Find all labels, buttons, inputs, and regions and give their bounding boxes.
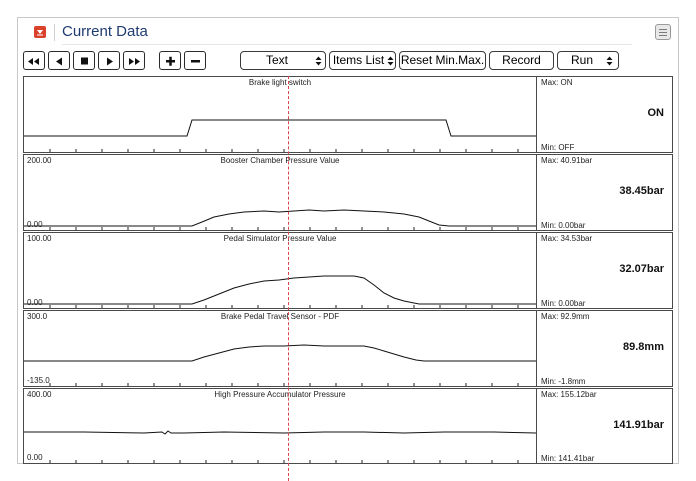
min-value: Min: 141.41bar [541, 454, 595, 463]
menu-icon[interactable] [655, 24, 671, 40]
zoom-in-button[interactable] [159, 51, 181, 70]
window-title: Current Data [62, 23, 148, 40]
graph-panel-brake-light-switch: Brake light switch Max: ON ON Min: OFF [23, 76, 673, 153]
max-value: Max: 34.53bar [541, 234, 593, 243]
step-forward-button[interactable] [98, 51, 120, 70]
panel-divider [536, 311, 537, 386]
record-button[interactable]: Record [489, 51, 554, 70]
updown-arrow-icon [387, 56, 394, 66]
fast-forward-button[interactable] [123, 51, 145, 70]
updown-arrow-icon [315, 56, 322, 66]
stop-icon [81, 57, 88, 65]
x-axis-ticks [49, 460, 519, 463]
rewind-button[interactable] [23, 51, 45, 70]
title-bar: Current Data [18, 18, 678, 46]
panel-title: Pedal Simulator Pressure Value [223, 234, 337, 243]
y-axis-min: 0.00 [27, 220, 43, 229]
x-axis-ticks [49, 149, 519, 152]
trace-pedal-simulator-pressure [24, 275, 536, 308]
updown-arrow-icon [606, 56, 613, 66]
trace-brake-pedal-travel [24, 344, 536, 386]
trace-brake-light-switch [24, 119, 536, 152]
time-cursor-line[interactable] [288, 76, 289, 481]
max-value: Max: 40.91bar [541, 156, 593, 165]
plot-area: 200.00 Booster Chamber Pressure Value 0.… [24, 155, 536, 230]
items-list-label: Items List [332, 53, 385, 67]
collapse-icon[interactable] [34, 26, 46, 38]
min-value: Min: 0.00bar [541, 299, 586, 308]
plot-area: 400.00 High Pressure Accumulator Pressur… [24, 389, 536, 463]
max-value: Max: 92.9mm [541, 312, 590, 321]
graph-panel-accumulator-pressure: 400.00 High Pressure Accumulator Pressur… [23, 388, 673, 464]
y-axis-min: -135.0 [27, 376, 50, 385]
min-value: Min: -1.8mm [541, 377, 586, 386]
zoom-out-button[interactable] [184, 51, 206, 70]
current-value: ON [647, 107, 665, 119]
max-value: Max: ON [541, 78, 573, 87]
current-value: 38.45bar [619, 185, 664, 197]
panel-title: High Pressure Accumulator Pressure [214, 390, 346, 399]
max-value: Max: 155.12bar [541, 390, 597, 399]
panel-divider [536, 233, 537, 308]
stop-button[interactable] [73, 51, 95, 70]
current-value: 89.8mm [623, 341, 664, 353]
plot-area: 300.0 Brake Pedal Travel Sensor - PDF -1… [24, 311, 536, 386]
graph-panel-pedal-simulator-pressure: 100.00 Pedal Simulator Pressure Value 0.… [23, 232, 673, 309]
current-value: 32.07bar [619, 263, 664, 275]
panel-divider [536, 155, 537, 230]
step-back-button[interactable] [48, 51, 70, 70]
items-list-select[interactable]: Items List [329, 51, 396, 70]
current-data-window: Current Data Text Items List Reset Min.M… [17, 17, 679, 481]
trace-accumulator-pressure [24, 430, 536, 463]
minus-icon [191, 60, 200, 63]
plot-area: 100.00 Pedal Simulator Pressure Value 0.… [24, 233, 536, 308]
plot-area: Brake light switch [24, 77, 536, 152]
x-axis-ticks [49, 227, 519, 230]
run-label: Run [570, 53, 593, 67]
current-value: 141.91bar [613, 419, 664, 431]
panel-divider [536, 389, 537, 463]
y-axis-min: 0.00 [27, 298, 43, 307]
graph-panel-booster-chamber-pressure: 200.00 Booster Chamber Pressure Value 0.… [23, 154, 673, 231]
display-mode-select[interactable]: Text [240, 51, 326, 70]
graph-panel-brake-pedal-travel: 300.0 Brake Pedal Travel Sensor - PDF -1… [23, 310, 673, 387]
play-icon [107, 57, 113, 66]
toolbar: Text Items List Reset Min.Max. Record Ru… [18, 49, 678, 73]
x-axis-ticks [49, 383, 519, 386]
panel-title: Booster Chamber Pressure Value [220, 156, 340, 165]
y-axis-min: 0.00 [27, 453, 43, 462]
panel-title: Brake Pedal Travel Sensor - PDF [220, 312, 340, 321]
rewind-icon [28, 58, 39, 65]
title-separator [54, 24, 55, 41]
panel-divider [536, 77, 537, 152]
reset-min-max-button[interactable]: Reset Min.Max. [399, 51, 486, 70]
x-axis-ticks [49, 305, 519, 308]
reset-min-max-label: Reset Min.Max. [400, 53, 485, 67]
trace-booster-chamber-pressure [24, 209, 536, 230]
title-underline [62, 44, 632, 45]
run-select[interactable]: Run [557, 51, 619, 70]
min-value: Min: 0.00bar [541, 221, 586, 230]
plus-icon [166, 56, 175, 66]
panel-title: Brake light switch [248, 78, 312, 87]
fast-forward-icon [129, 58, 140, 65]
record-label: Record [502, 53, 541, 67]
min-value: Min: OFF [541, 143, 575, 152]
step-back-icon [56, 57, 62, 66]
display-mode-value: Text [265, 53, 288, 67]
